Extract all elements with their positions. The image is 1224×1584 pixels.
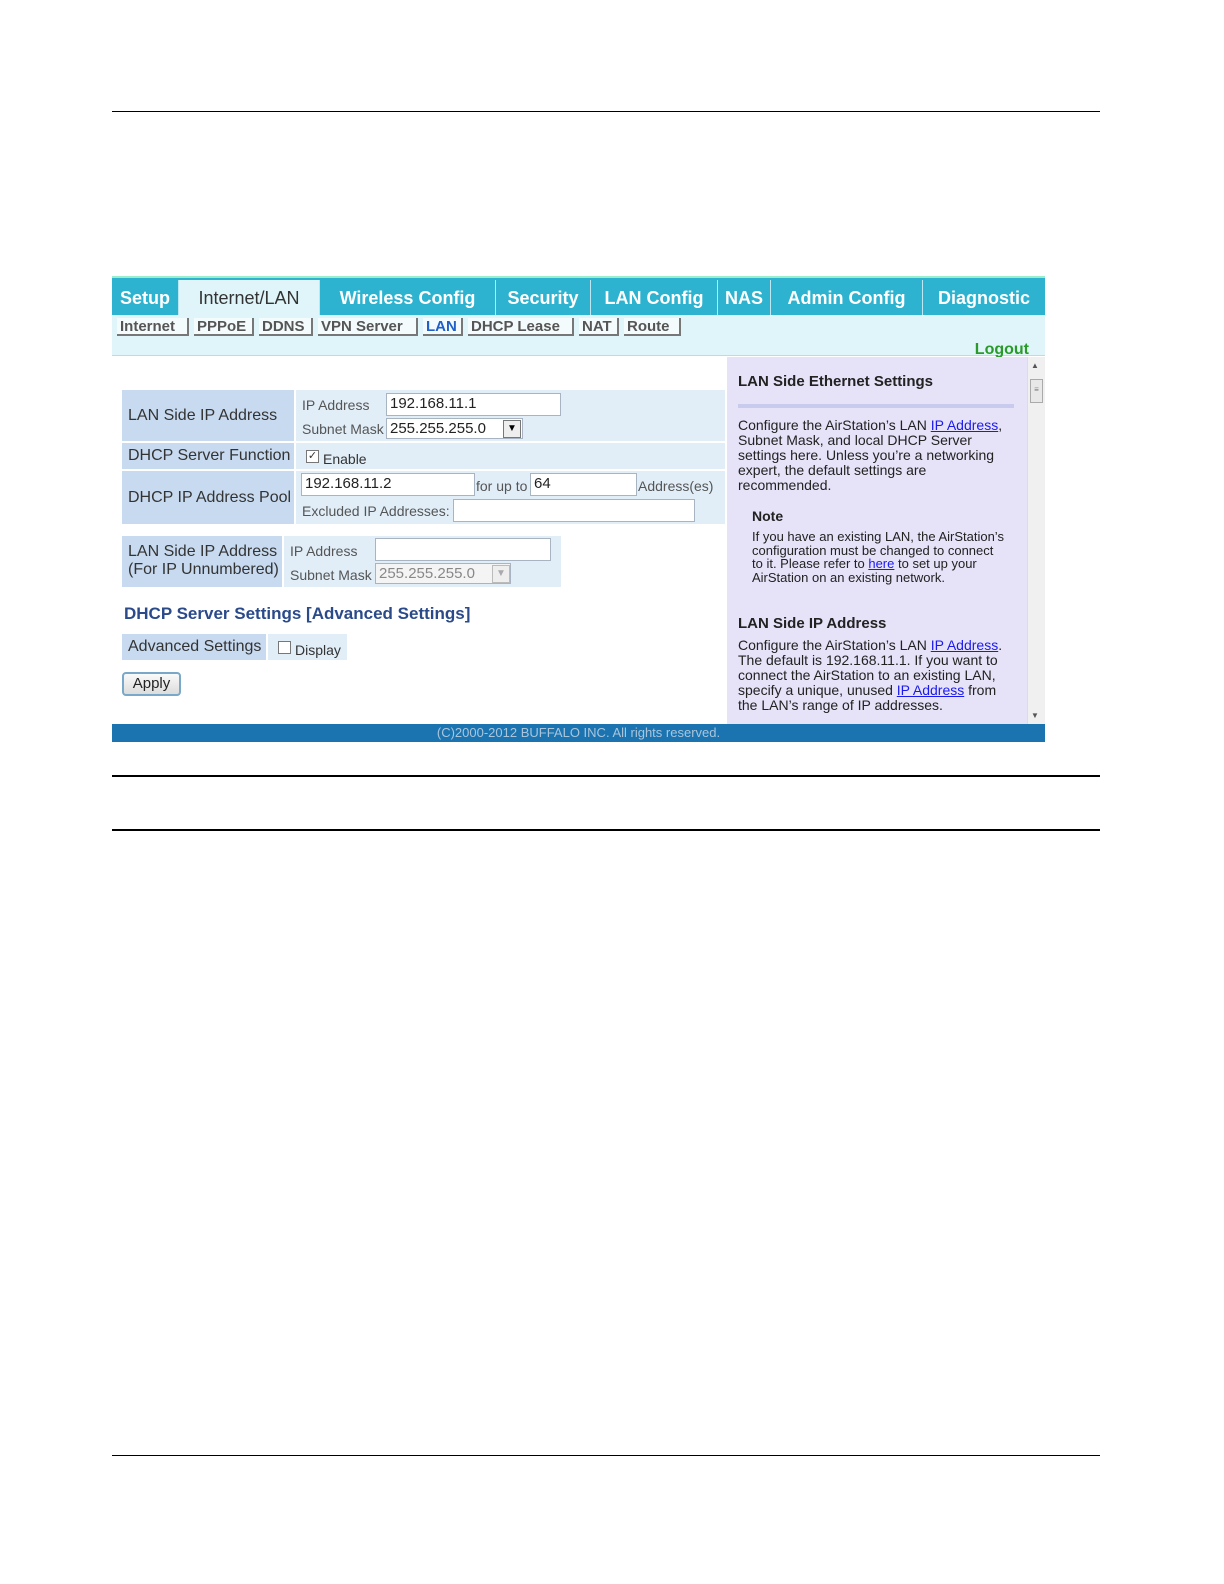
help-note-title: Note (752, 508, 784, 524)
advanced-display-label: Display (295, 642, 341, 658)
unnumbered-mask-label: Subnet Mask (290, 567, 372, 583)
subtab-lan[interactable]: LAN (423, 318, 463, 336)
unnumbered-label-line1: LAN Side IP Address (128, 543, 278, 560)
page-rule-mid-1 (112, 775, 1100, 777)
tab-diagnostic[interactable]: Diagnostic (923, 280, 1045, 317)
lan-ip-label: LAN Side IP Address (122, 390, 294, 441)
advanced-settings-title: DHCP Server Settings [Advanced Settings] (124, 604, 471, 623)
help-paragraph-lan-ip: Configure the AirStation’s LAN IP Addres… (738, 637, 1003, 713)
tab-internet-lan[interactable]: Internet/LAN (179, 280, 320, 317)
help-title-ethernet: LAN Side Ethernet Settings (738, 373, 934, 390)
lan-ip-address-label: IP Address (302, 397, 370, 413)
for-up-to-label: for up to (476, 478, 528, 494)
lan-ip-address-input[interactable]: 192.168.11.1 (386, 393, 561, 416)
unnumbered-ip-input[interactable] (375, 538, 551, 561)
subtab-dhcp-lease[interactable]: DHCP Lease (468, 318, 574, 336)
subtab-pppoe[interactable]: PPPoE (194, 318, 254, 336)
ip-address-link[interactable]: IP Address (897, 682, 964, 698)
dhcp-function-label: DHCP Server Function (122, 443, 294, 469)
subtab-vpn-server[interactable]: VPN Server (318, 318, 418, 336)
tab-nas[interactable]: NAS (718, 280, 771, 317)
router-admin-screenshot: Setup Internet/LAN Wireless Config Secur… (112, 276, 1045, 742)
subtab-ddns[interactable]: DDNS (259, 318, 313, 336)
unnumbered-ip-label: IP Address (290, 543, 358, 559)
dhcp-pool-label: DHCP IP Address Pool (122, 471, 294, 524)
dhcp-enable-checkbox[interactable]: ✓ (306, 450, 319, 463)
tab-setup[interactable]: Setup (112, 280, 179, 317)
ip-address-link[interactable]: IP Address (931, 417, 998, 433)
unnumbered-label: LAN Side IP Address (For IP Unnumbered) (122, 536, 282, 587)
sub-tab-bar: Internet PPPoE DDNS VPN Server LAN DHCP … (112, 315, 1045, 358)
excluded-addresses-label: Excluded IP Addresses: (302, 503, 450, 519)
chevron-down-icon[interactable]: ▼ (503, 420, 521, 438)
scroll-up-icon[interactable]: ▲ (1031, 361, 1039, 370)
main-tab-bar: Setup Internet/LAN Wireless Config Secur… (112, 276, 1045, 317)
excluded-addresses-input[interactable] (453, 499, 695, 522)
unnumbered-label-line2: (For IP Unnumbered) (128, 561, 279, 578)
help-scrollbar[interactable]: ▲ ≡ ▼ (1027, 357, 1045, 724)
lan-subnet-mask-label: Subnet Mask (302, 421, 384, 437)
subtab-internet[interactable]: Internet (117, 318, 189, 336)
chevron-down-icon[interactable]: ▼ (492, 565, 510, 583)
dhcp-enable-label: Enable (323, 451, 367, 467)
help-note-text: If you have an existing LAN, the AirStat… (752, 529, 1004, 585)
scroll-down-icon[interactable]: ▼ (1031, 711, 1039, 720)
page-rule-top (112, 111, 1100, 112)
dhcp-pool-count-input[interactable]: 64 (530, 473, 637, 496)
page-rule-mid-2 (112, 829, 1100, 831)
subtab-route[interactable]: Route (624, 318, 681, 336)
ip-address-link[interactable]: IP Address (931, 637, 998, 653)
tab-wireless-config[interactable]: Wireless Config (320, 280, 496, 317)
help-panel: LAN Side Ethernet Settings Configure the… (727, 357, 1027, 724)
help-separator (738, 404, 1014, 408)
copyright-footer: (C)2000-2012 BUFFALO INC. All rights res… (112, 724, 1045, 742)
addresses-label: Address(es) (638, 478, 714, 494)
advanced-display-checkbox[interactable] (278, 641, 291, 654)
apply-button[interactable]: Apply (122, 672, 181, 696)
tab-lan-config[interactable]: LAN Config (591, 280, 718, 317)
help-title-lan-ip: LAN Side IP Address (738, 615, 887, 632)
tab-security[interactable]: Security (496, 280, 591, 317)
subtab-nat[interactable]: NAT (579, 318, 619, 336)
scroll-thumb[interactable]: ≡ (1030, 379, 1043, 403)
unnumbered-mask-select[interactable]: 255.255.255.0 (375, 563, 511, 584)
advanced-settings-label: Advanced Settings (122, 634, 266, 660)
tab-admin-config[interactable]: Admin Config (771, 280, 923, 317)
help-paragraph-ethernet: Configure the AirStation’s LAN IP Addres… (738, 417, 1003, 493)
page-rule-bottom (112, 1455, 1100, 1456)
dhcp-pool-start-input[interactable]: 192.168.11.2 (301, 473, 475, 496)
